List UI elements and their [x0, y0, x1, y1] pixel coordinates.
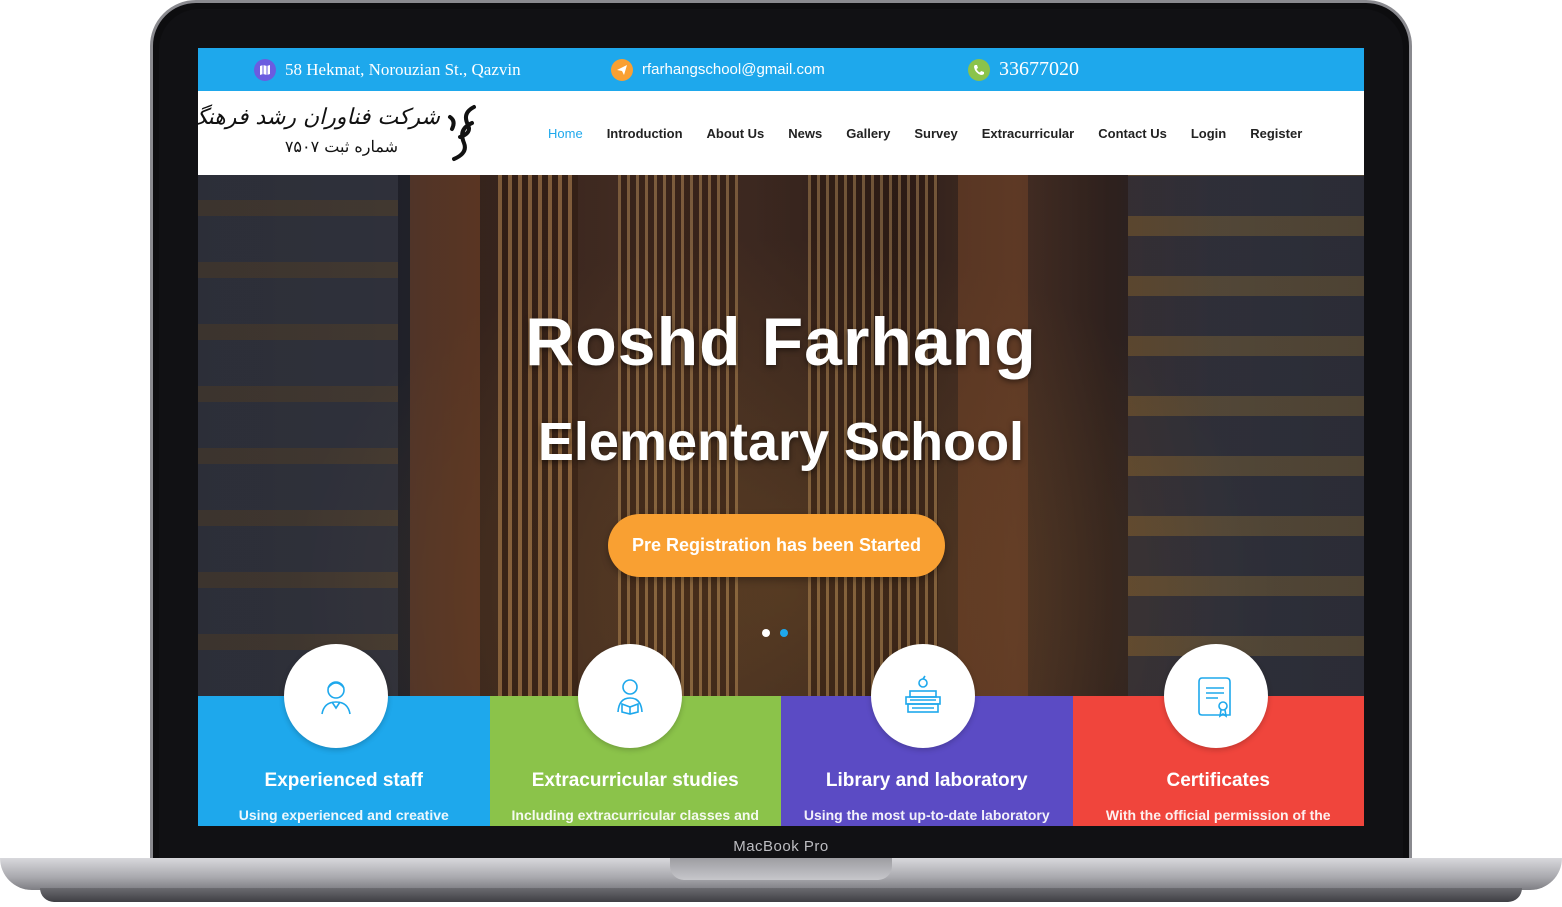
main-navbar: شرکت فناوران رشد فرهنگ شماره ثبت ۷۵۰۷ Ho… [198, 91, 1364, 175]
logo-company-name: شرکت فناوران رشد فرهنگ [198, 105, 440, 130]
feature-title: Certificates [1166, 770, 1271, 791]
slider-dots [762, 629, 798, 637]
phone-number[interactable]: 33677020 [999, 58, 1079, 81]
map-icon [254, 58, 276, 81]
email-link[interactable]: rfarhangschool@gmail.com [642, 61, 825, 78]
primary-nav: Home Introduction About Us News Gallery … [548, 91, 1326, 175]
slider-dot-2[interactable] [780, 629, 788, 637]
nav-login[interactable]: Login [1191, 126, 1226, 141]
feature-title: Experienced staff [264, 770, 423, 791]
hero-slider: Roshd Farhang Elementary School Pre Regi… [198, 175, 1364, 696]
logo-registration-number: شماره ثبت ۷۵۰۷ [284, 137, 398, 156]
site-logo[interactable]: شرکت فناوران رشد فرهنگ شماره ثبت ۷۵۰۷ [198, 99, 480, 167]
hero-subtitle: Elementary School [537, 412, 1025, 472]
nav-extracurricular[interactable]: Extracurricular [982, 126, 1075, 141]
hero-title: Roshd Farhang [525, 304, 1037, 380]
nav-contact-us[interactable]: Contact Us [1098, 126, 1167, 141]
teacher-icon [284, 644, 388, 748]
feature-description: Including extracurricular classes and [511, 807, 759, 823]
certificate-icon [1164, 644, 1268, 748]
browser-viewport: 58 Hekmat, Norouzian St., Qazvin rfarhan… [198, 48, 1364, 826]
feature-description: With the official permission of the [1105, 807, 1331, 823]
device-label: MacBook Pro [733, 838, 829, 855]
feature-description: Using the most up-to-date laboratory [803, 807, 1050, 823]
address-text: 58 Hekmat, Norouzian St., Qazvin [285, 59, 521, 79]
slider-dot-1[interactable] [762, 629, 770, 637]
pre-registration-button[interactable]: Pre Registration has been Started [608, 514, 945, 577]
nav-about-us[interactable]: About Us [707, 126, 765, 141]
nav-register[interactable]: Register [1250, 126, 1302, 141]
laptop-base-foot [40, 888, 1522, 902]
nav-news[interactable]: News [788, 126, 822, 141]
nav-gallery[interactable]: Gallery [846, 126, 890, 141]
feature-title: Library and laboratory [825, 770, 1028, 791]
student-reading-icon [578, 644, 682, 748]
logo-mark-icon [448, 105, 476, 161]
books-icon [871, 644, 975, 748]
phone-icon [968, 58, 990, 81]
feature-description: Using experienced and creative [238, 807, 449, 823]
feature-title: Extracurricular studies [531, 770, 739, 791]
telegram-icon [611, 58, 633, 81]
phone-item[interactable]: 33677020 [968, 48, 1079, 91]
nav-survey[interactable]: Survey [914, 126, 957, 141]
nav-introduction[interactable]: Introduction [607, 126, 683, 141]
email-item[interactable]: rfarhangschool@gmail.com [611, 48, 825, 91]
top-info-bar: 58 Hekmat, Norouzian St., Qazvin rfarhan… [198, 48, 1364, 91]
laptop-notch [670, 858, 892, 880]
nav-home[interactable]: Home [548, 126, 583, 141]
address-item: 58 Hekmat, Norouzian St., Qazvin [254, 48, 521, 91]
